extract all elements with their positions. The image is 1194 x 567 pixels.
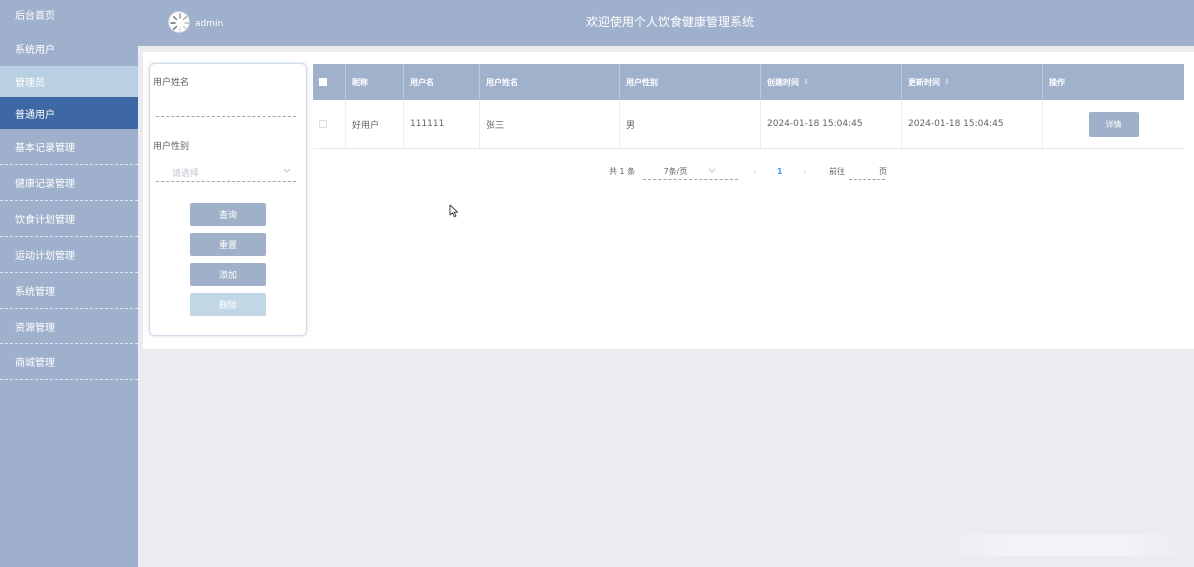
sort-icon[interactable]: ⇕ <box>803 78 809 86</box>
user-name-label: 用户姓名 <box>153 78 190 88</box>
sidebar-item-system-management[interactable]: 系统管理 <box>0 273 138 309</box>
column-header-label: 昵称 <box>352 77 368 87</box>
cell-username: 111111 <box>404 100 480 148</box>
cell-nickname: 好用户 <box>346 100 404 148</box>
page-title: 欢迎使用个人饮食健康管理系统 <box>585 15 754 29</box>
sidebar-item-label: 系统用户 <box>15 44 55 56</box>
row-checkbox[interactable] <box>319 120 327 128</box>
cell-created: 2024-01-18 15:04:45 <box>761 100 902 148</box>
table-header: 昵称 用户名 用户姓名 用户性别 创建时间 ⇕ 更新时间 ⇕ 操作 <box>313 64 1184 100</box>
page-size-select[interactable]: 7条/页 <box>643 163 738 180</box>
top-header: admin 欢迎使用个人饮食健康管理系统 <box>138 0 1194 46</box>
column-header-nickname: 昵称 <box>346 64 404 100</box>
sidebar-item-label: 基本记录管理 <box>15 143 75 154</box>
sidebar-item-label: 健康记录管理 <box>15 179 75 190</box>
select-all-checkbox[interactable] <box>319 78 327 86</box>
next-page-icon[interactable]: › <box>803 163 806 179</box>
goto-label: 前往 <box>829 166 845 176</box>
sidebar-item-label: 商城管理 <box>15 358 55 369</box>
column-header-username: 用户名 <box>404 64 480 100</box>
sidebar-item-health-records[interactable]: 健康记录管理 <box>0 165 138 201</box>
delete-button[interactable]: 删除 <box>190 293 266 316</box>
sidebar-item-admins[interactable]: 管理员 <box>0 66 138 97</box>
chevron-down-icon <box>709 168 716 173</box>
cell-updated: 2024-01-18 15:04:45 <box>902 100 1043 148</box>
column-header-label: 创建时间 <box>767 77 799 87</box>
cell-gender: 男 <box>620 100 761 148</box>
sidebar-item-diet-plans[interactable]: 饮食计划管理 <box>0 201 138 237</box>
column-header-label: 用户性别 <box>626 77 658 87</box>
reset-button[interactable]: 重置 <box>190 233 266 256</box>
column-header-updated[interactable]: 更新时间 ⇕ <box>902 64 1043 100</box>
column-header-gender: 用户性别 <box>620 64 761 100</box>
user-name-input[interactable] <box>156 116 296 117</box>
table-row[interactable]: 好用户 111111 张三 男 2024-01-18 15:04:45 2024… <box>313 100 1184 149</box>
column-header-actions: 操作 <box>1043 64 1184 100</box>
select-all-cell <box>313 64 346 100</box>
sidebar-item-label: 后台首页 <box>15 10 55 22</box>
mouse-cursor-icon <box>449 204 459 218</box>
sidebar-item-dashboard[interactable]: 后台首页 <box>0 0 138 28</box>
row-select-cell <box>313 100 346 148</box>
cell-real-name: 张三 <box>480 100 620 148</box>
bottom-fade <box>940 534 1190 556</box>
page-size-label: 7条/页 <box>663 166 688 176</box>
query-button[interactable]: 查询 <box>190 203 266 226</box>
pagination-total: 共 1 条 <box>609 166 636 176</box>
sidebar-item-mall[interactable]: 商城管理 <box>0 344 138 380</box>
sidebar-item-resources[interactable]: 资源管理 <box>0 309 138 344</box>
column-header-label: 用户名 <box>410 77 434 87</box>
add-button[interactable]: 添加 <box>190 263 266 286</box>
sidebar-item-label: 系统管理 <box>15 287 55 298</box>
page-number-current[interactable]: 1 <box>777 163 783 179</box>
column-header-label: 操作 <box>1049 77 1065 87</box>
column-header-created[interactable]: 创建时间 ⇕ <box>761 64 902 100</box>
sidebar-item-label: 饮食计划管理 <box>15 215 75 226</box>
column-header-real-name: 用户姓名 <box>480 64 620 100</box>
search-panel: 用户姓名 用户性别 请选择 查询 重置 添加 删除 <box>149 63 307 336</box>
sidebar-item-system-users[interactable]: 系统用户 <box>0 30 138 66</box>
sort-icon[interactable]: ⇕ <box>944 78 950 86</box>
main-content: 用户姓名 用户性别 请选择 查询 重置 添加 删除 昵称 用户名 用户姓名 用户… <box>143 52 1194 349</box>
cell-actions: 详情 <box>1043 100 1184 148</box>
column-header-label: 更新时间 <box>908 77 940 87</box>
prev-page-icon[interactable]: ‹ <box>753 163 756 179</box>
column-header-label: 用户姓名 <box>486 77 518 87</box>
user-gender-underline <box>156 181 296 182</box>
sidebar-item-label: 管理员 <box>15 78 45 89</box>
sidebar-item-normal-users[interactable]: 普通用户 <box>0 97 138 129</box>
sidebar-item-exercise-plans[interactable]: 运动计划管理 <box>0 237 138 273</box>
detail-button[interactable]: 详情 <box>1088 111 1139 137</box>
sidebar-item-label: 运动计划管理 <box>15 251 75 262</box>
sidebar-item-label: 普通用户 <box>15 109 55 121</box>
pagination: 共 1 条 7条/页 ‹ 1 › 前往 页 <box>143 163 1194 180</box>
sidebar-item-label: 资源管理 <box>15 322 55 334</box>
sidebar-item-basic-records[interactable]: 基本记录管理 <box>0 129 138 165</box>
sidebar: 后台首页 系统用户 管理员 普通用户 基本记录管理 健康记录管理 饮食计划管理 … <box>0 0 138 567</box>
user-gender-label: 用户性别 <box>153 142 190 152</box>
page-unit-label: 页 <box>879 166 887 176</box>
